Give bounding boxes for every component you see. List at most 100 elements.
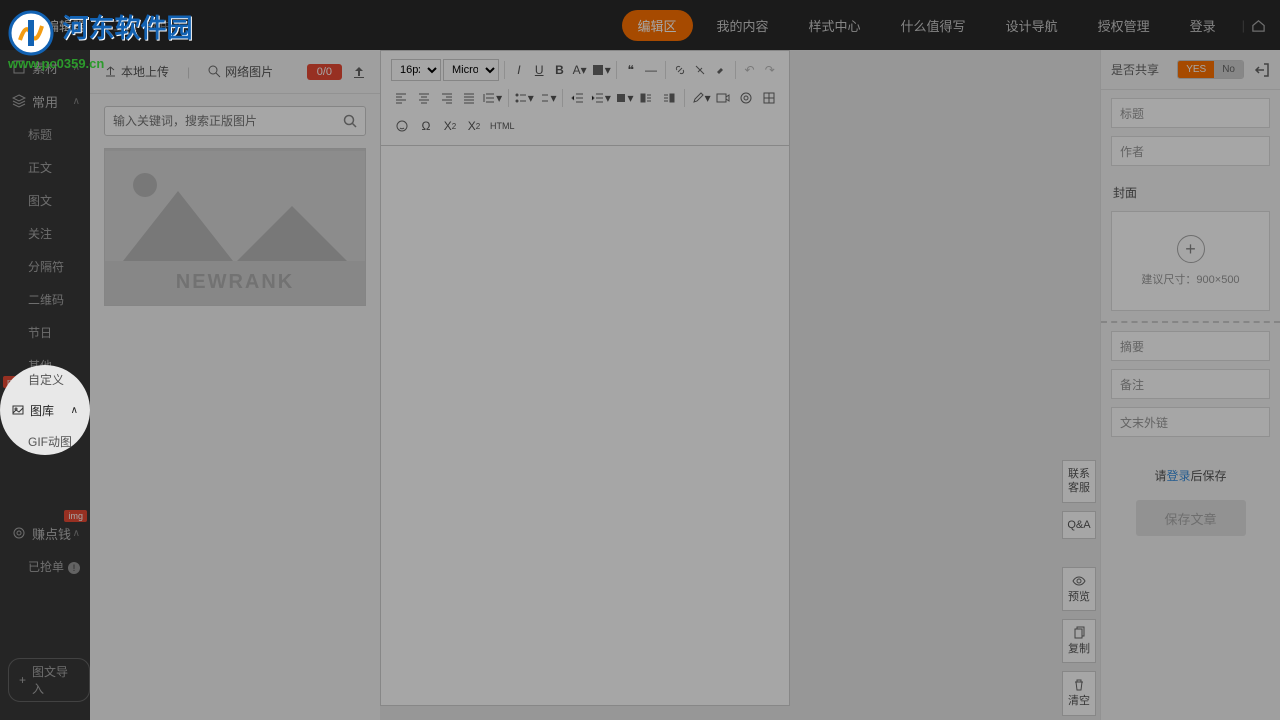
dashed-separator: [1101, 321, 1280, 323]
app-subtitle: 工具 · 新中产: [113, 17, 184, 34]
sidebar-item-festival[interactable]: 节日: [0, 316, 90, 349]
audio-button[interactable]: [736, 87, 757, 109]
login-link[interactable]: 登录: [1166, 469, 1190, 483]
sidebar-item-title[interactable]: 标题: [0, 118, 90, 151]
nav-mine[interactable]: 我的内容: [701, 10, 785, 41]
book-icon: [12, 60, 26, 74]
target-icon: [12, 526, 26, 540]
sidebar-item-imgtxt[interactable]: 图文: [0, 184, 90, 217]
nav-login[interactable]: 登录: [1174, 10, 1232, 41]
float-right-button[interactable]: [659, 87, 680, 109]
copy-icon: [1072, 626, 1086, 640]
image-thumbnail[interactable]: NEWRANK: [104, 148, 366, 306]
bold-button[interactable]: B: [550, 59, 568, 81]
indent-button[interactable]: ▾: [591, 87, 612, 109]
bg-color-button[interactable]: ▾: [591, 59, 611, 81]
search-icon: [208, 65, 221, 78]
summary-input[interactable]: 摘要: [1111, 331, 1270, 361]
align-left-button[interactable]: [391, 87, 412, 109]
align-right-button[interactable]: [436, 87, 457, 109]
share-toggle[interactable]: YES No: [1177, 60, 1244, 79]
app-title: 新榜编辑器: [20, 16, 85, 35]
cover-upload[interactable]: + 建议尺寸：900×500: [1111, 211, 1270, 311]
nav-worth[interactable]: 什么值得写: [885, 10, 982, 41]
clear-button[interactable]: 清空: [1062, 671, 1096, 715]
float-left-button[interactable]: [636, 87, 657, 109]
cover-label: 封面: [1101, 174, 1280, 211]
right-panel: 是否共享 YES No 标题 作者 封面 + 建议尺寸：900×500 摘要 备…: [1100, 50, 1280, 720]
superscript-button[interactable]: X2: [439, 115, 461, 137]
brush-button[interactable]: [711, 59, 729, 81]
copy-button[interactable]: 复制: [1062, 619, 1096, 663]
img-badge: img: [64, 510, 87, 522]
toggle-yes[interactable]: YES: [1178, 61, 1214, 78]
eyedropper-button[interactable]: ▾: [690, 87, 711, 109]
align-justify-button[interactable]: [459, 87, 480, 109]
sidebar-common[interactable]: 常用∧: [0, 84, 90, 118]
ol-button[interactable]: ▾: [536, 87, 557, 109]
sidebar-item-qrcode[interactable]: 二维码: [0, 283, 90, 316]
sidebar-item-grabbed[interactable]: 已抢单!: [0, 550, 90, 583]
asset-panel: 本地上传 | 网络图片 0/0 NEWRANK: [90, 50, 380, 720]
underline-button[interactable]: U: [530, 59, 548, 81]
nav-edit[interactable]: 编辑区: [622, 10, 693, 41]
line-height-button[interactable]: ▾: [482, 87, 503, 109]
italic-button[interactable]: I: [510, 59, 528, 81]
import-button[interactable]: + 图文导入: [8, 658, 90, 702]
sidebar-item-body[interactable]: 正文: [0, 151, 90, 184]
layers-icon: [12, 94, 26, 108]
emoji-button[interactable]: [391, 115, 413, 137]
sidebar-item-gif[interactable]: GIF动图: [0, 426, 90, 457]
note-input[interactable]: 备注: [1111, 369, 1270, 399]
nav-style[interactable]: 样式中心: [793, 10, 877, 41]
sidebar-item-separator[interactable]: 分隔符: [0, 250, 90, 283]
video-button[interactable]: [713, 87, 734, 109]
search-icon[interactable]: [343, 114, 357, 128]
redo-button[interactable]: ↷: [761, 59, 779, 81]
symbol-button[interactable]: Ω: [415, 115, 437, 137]
font-color-button[interactable]: A▾: [571, 59, 589, 81]
title-input[interactable]: 标题: [1111, 98, 1270, 128]
font-size-select[interactable]: 16px: [391, 59, 441, 81]
sidebar-material[interactable]: 素材∧: [0, 50, 90, 84]
external-link-input[interactable]: 文末外链: [1111, 407, 1270, 437]
outdent-button[interactable]: [568, 87, 589, 109]
align-center-button[interactable]: [414, 87, 435, 109]
editor-canvas[interactable]: [380, 146, 790, 706]
search-input[interactable]: [113, 114, 343, 128]
sidebar-item-follow[interactable]: 关注: [0, 217, 90, 250]
font-family-select[interactable]: Microsoft: [443, 59, 499, 81]
home-icon[interactable]: [1251, 18, 1266, 33]
table-button[interactable]: [758, 87, 779, 109]
floating-toolbar: 联系 客服 Q&A 预览 复制 清空: [1062, 460, 1096, 716]
qa-button[interactable]: Q&A: [1062, 511, 1096, 539]
preview-button[interactable]: 预览: [1062, 567, 1096, 611]
save-button[interactable]: 保存文章: [1136, 500, 1246, 536]
upload-button-icon[interactable]: [352, 65, 366, 79]
sidebar-hotspot[interactable]: img 赚点钱∧: [0, 516, 90, 550]
upload-counter: 0/0: [307, 64, 342, 80]
login-hint: 请登录后保存: [1101, 467, 1280, 484]
html-button[interactable]: HTML: [487, 115, 518, 137]
link-button[interactable]: [671, 59, 689, 81]
search-input-wrapper: [104, 106, 366, 136]
quote-button[interactable]: ❝: [622, 59, 640, 81]
eye-icon: [1072, 574, 1086, 588]
toggle-no[interactable]: No: [1214, 61, 1243, 78]
subscript-button[interactable]: X2: [463, 115, 485, 137]
editor-toolbar: 16px Microsoft I U B A▾ ▾ ❝ — ↶ ↷ ▾: [380, 50, 790, 146]
nav-design[interactable]: 设计导航: [990, 10, 1074, 41]
author-input[interactable]: 作者: [1111, 136, 1270, 166]
contact-button[interactable]: 联系 客服: [1062, 460, 1096, 503]
undo-button[interactable]: ↶: [740, 59, 758, 81]
letter-spacing-button[interactable]: ▾: [613, 87, 634, 109]
tab-local-upload[interactable]: 本地上传: [104, 63, 169, 80]
hr-button[interactable]: —: [642, 59, 660, 81]
tab-web-image[interactable]: 网络图片: [208, 63, 273, 80]
exit-icon[interactable]: [1254, 62, 1270, 78]
nav-auth[interactable]: 授权管理: [1082, 10, 1166, 41]
ul-button[interactable]: ▾: [513, 87, 534, 109]
sidebar-item-custom[interactable]: 自定义: [0, 364, 90, 395]
sidebar-gallery[interactable]: 图库∧: [0, 395, 90, 426]
unlink-button[interactable]: [691, 59, 709, 81]
